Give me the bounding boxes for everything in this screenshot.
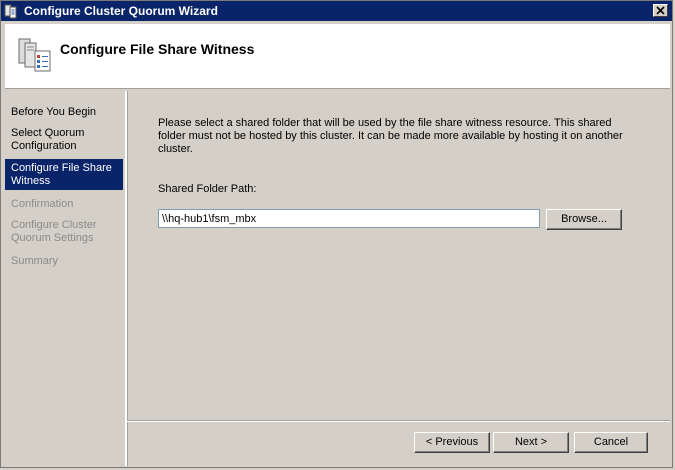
sidebar-item-summary: Summary bbox=[11, 255, 59, 267]
sidebar-item-configure-cluster-quorum-settings: Configure Cluster Quorum Settings bbox=[11, 219, 97, 244]
page-title: Configure File Share Witness bbox=[60, 41, 255, 57]
cluster-servers-icon bbox=[17, 37, 53, 75]
wizard-steps-sidebar: Before You Begin Select Quorum Configura… bbox=[5, 91, 127, 466]
wizard-window: Configure Cluster Quorum Wizard Configur… bbox=[0, 0, 673, 468]
wizard-content: Please select a shared folder that will … bbox=[128, 91, 670, 419]
sidebar-item-before-you-begin[interactable]: Before You Begin bbox=[5, 106, 123, 119]
instructions-text: Please select a shared folder that will … bbox=[158, 117, 623, 155]
footer-divider bbox=[127, 420, 670, 422]
shared-folder-path-input[interactable] bbox=[158, 209, 540, 228]
previous-button[interactable]: < Previous bbox=[414, 432, 490, 453]
sidebar-item-configure-file-share-witness[interactable]: Configure File Share Witness bbox=[5, 159, 123, 190]
close-icon bbox=[656, 6, 665, 15]
close-button[interactable] bbox=[653, 4, 668, 17]
shared-folder-path-label: Shared Folder Path: bbox=[158, 183, 257, 195]
sidebar-item-confirmation: Confirmation bbox=[11, 198, 74, 210]
next-button[interactable]: Next > bbox=[493, 432, 569, 453]
cancel-button[interactable]: Cancel bbox=[574, 432, 648, 453]
wizard-header: Configure File Share Witness bbox=[5, 24, 670, 89]
title-bar[interactable]: Configure Cluster Quorum Wizard bbox=[1, 1, 672, 21]
browse-button[interactable]: Browse... bbox=[546, 209, 622, 230]
sidebar-item-select-quorum-configuration[interactable]: Select Quorum Configuration bbox=[5, 127, 123, 153]
wizard-app-icon bbox=[4, 3, 20, 19]
window-title: Configure Cluster Quorum Wizard bbox=[24, 4, 218, 18]
